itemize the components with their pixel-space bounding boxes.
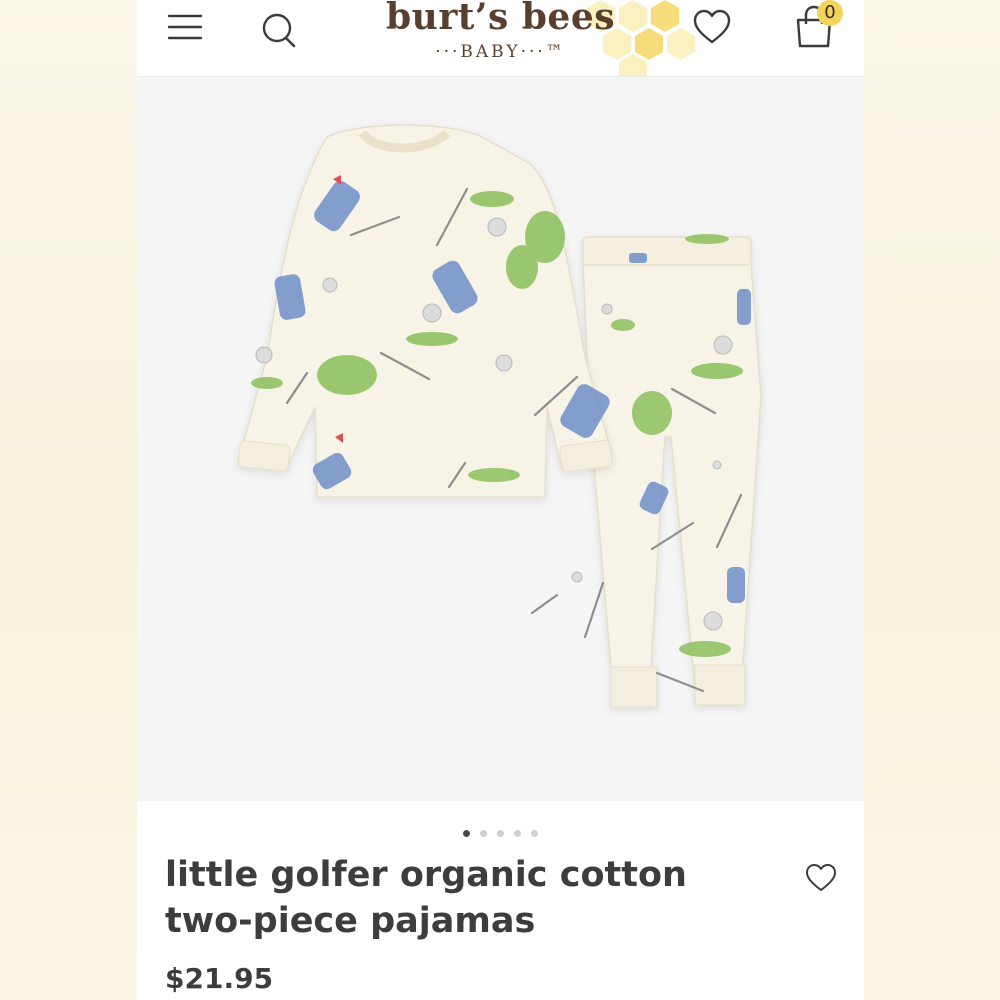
pajamas-product-image — [237, 124, 762, 708]
heart-outline-icon[interactable] — [805, 862, 837, 894]
cart-count-badge[interactable]: 0 — [817, 0, 843, 26]
gallery-dot-2[interactable] — [480, 830, 487, 837]
gallery-dot-3[interactable] — [497, 830, 504, 837]
right-background-panel — [864, 0, 1000, 1000]
product-image-gallery[interactable] — [137, 77, 864, 801]
product-title: little golfer organic cotton two-piece p… — [165, 852, 745, 944]
product-title-line-2: two-piece pajamas — [165, 901, 536, 941]
brand-logo-text[interactable]: burt’s bees — [137, 0, 864, 38]
gallery-pagination-dots — [137, 822, 864, 837]
gallery-dot-5[interactable] — [531, 830, 538, 837]
product-title-line-1: little golfer organic cotton — [165, 855, 687, 895]
site-header: burt’s bees ···BABY···™ 0 — [137, 0, 864, 77]
gallery-dot-4[interactable] — [514, 830, 521, 837]
left-background-panel — [0, 0, 137, 1000]
brand-logo-subtitle: ···BABY···™ — [435, 42, 566, 62]
product-price: $21.95 — [165, 962, 274, 995]
gallery-dot-1[interactable] — [463, 830, 470, 837]
mobile-screen: burt’s bees ···BABY···™ 0 little golfer … — [137, 0, 864, 1000]
heart-icon[interactable] — [692, 8, 732, 48]
